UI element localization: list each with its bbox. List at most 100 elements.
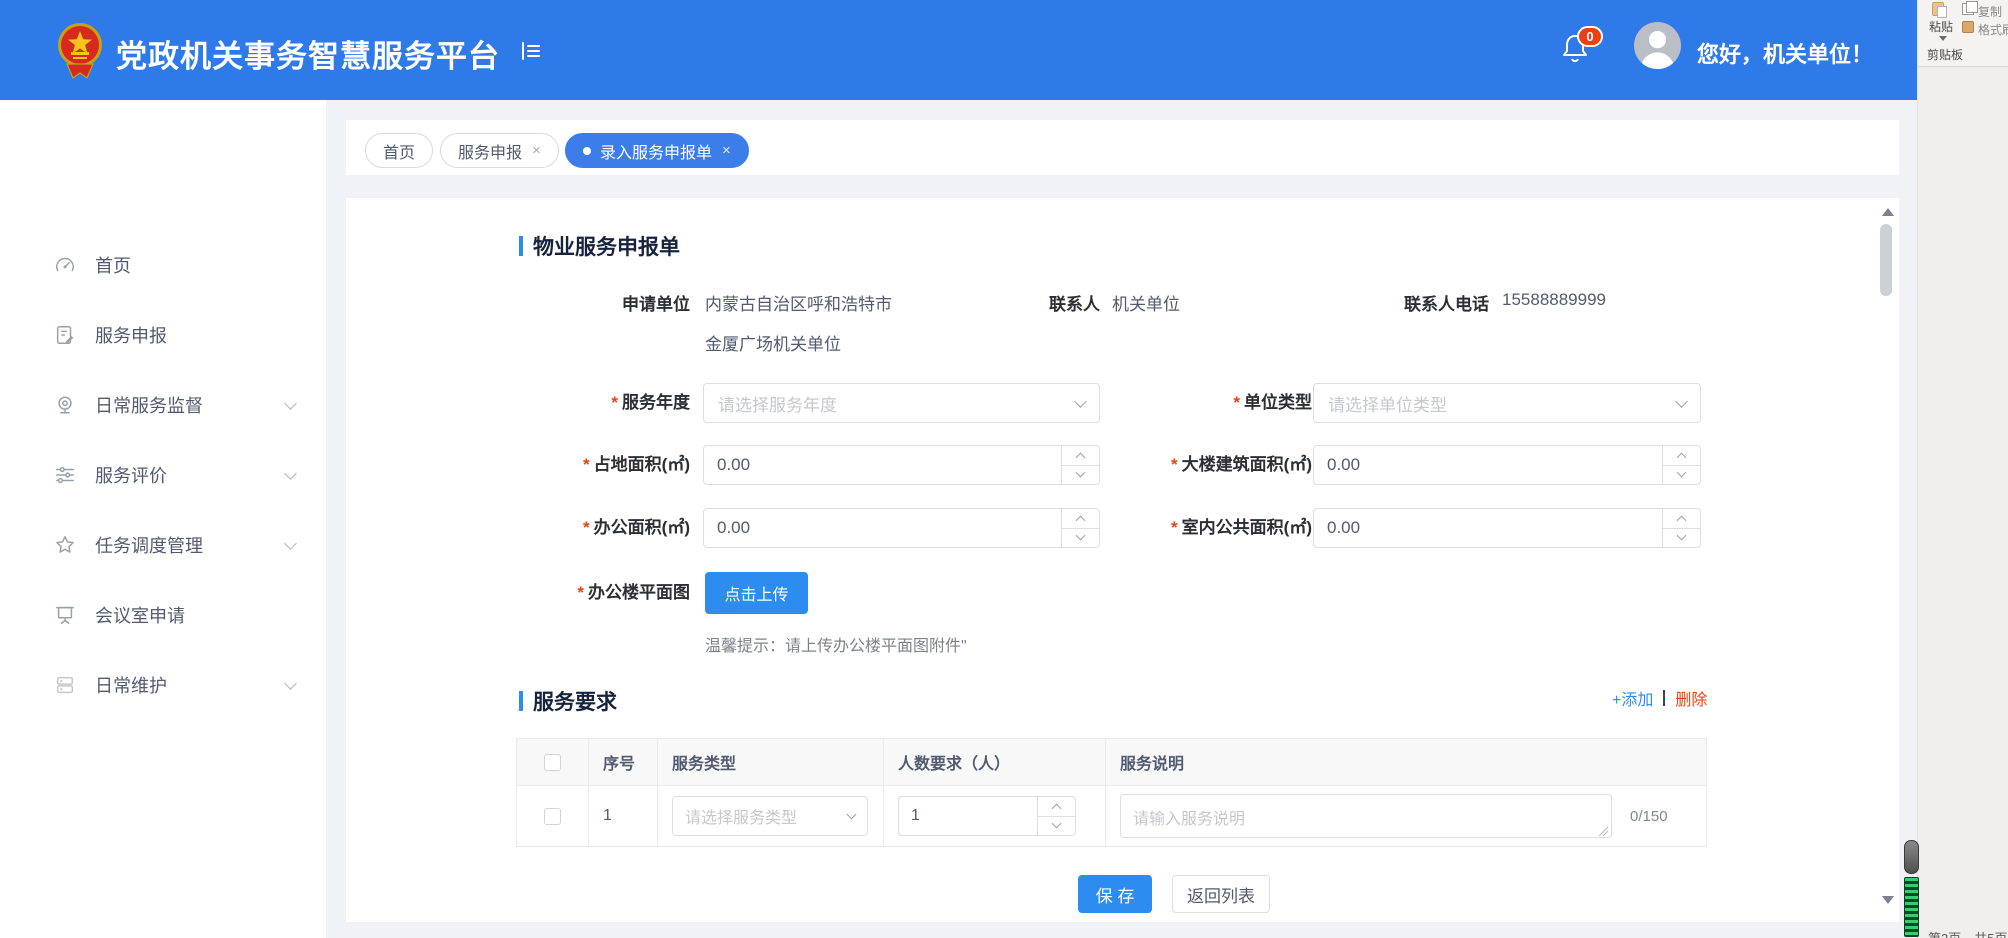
required-mark: * xyxy=(577,583,584,602)
paste-button[interactable]: 粘贴 xyxy=(1929,18,1953,35)
add-row-link[interactable]: +添加 xyxy=(1612,686,1653,710)
app-header: 党政机关事务智慧服务平台 0 您好，机关单位！ xyxy=(0,0,1917,100)
contact-phone-value: 15588889999 xyxy=(1502,290,1606,310)
header-service-desc: 服务说明 xyxy=(1105,739,1706,785)
building-area-input[interactable] xyxy=(1314,446,1700,484)
service-type-select[interactable]: 请选择服务类型 xyxy=(672,796,868,836)
sliders-icon xyxy=(54,464,76,486)
requirements-title: 服务要求 xyxy=(533,686,617,716)
char-counter: 0/150 xyxy=(1630,808,1668,825)
scrollbar-thumb[interactable] xyxy=(1880,224,1892,296)
scrollbar-up-arrow[interactable] xyxy=(1882,208,1894,216)
requirements-section-header: 服务要求 xyxy=(519,686,617,716)
service-year-select[interactable]: 请选择服务年度 xyxy=(703,383,1100,423)
sidebar-item-label: 日常服务监督 xyxy=(95,392,203,418)
people-count-field xyxy=(898,796,1076,836)
indoor-public-area-field xyxy=(1313,508,1701,548)
notification-bell-icon[interactable]: 0 xyxy=(1561,32,1597,72)
chevron-down-icon xyxy=(284,397,297,410)
contact-label: 联系人 xyxy=(940,290,1100,315)
sidebar-item-label: 服务申报 xyxy=(95,322,167,348)
spinner-down-button[interactable] xyxy=(1663,528,1700,548)
sidebar-item-label: 服务评价 xyxy=(95,462,167,488)
indoor-public-area-input[interactable] xyxy=(1314,509,1700,547)
clipboard-group: 粘贴 复制 格式刷 剪贴板 xyxy=(1918,0,2008,67)
section-accent-bar xyxy=(519,236,523,256)
select-all-checkbox[interactable] xyxy=(544,754,561,771)
format-painter-icon[interactable] xyxy=(1962,21,1974,33)
format-painter-button[interactable]: 格式刷 xyxy=(1978,21,2008,38)
row-service-type-cell: 请选择服务类型 xyxy=(657,786,883,846)
close-icon[interactable]: × xyxy=(532,142,541,159)
copy-icon[interactable] xyxy=(1962,3,1974,15)
office-area-field xyxy=(703,508,1100,548)
user-greeting: 您好，机关单位！ xyxy=(1697,37,1873,69)
sidebar-item-daily-supervision[interactable]: 日常服务监督 xyxy=(0,370,326,440)
building-area-label: *大楼建筑面积(㎡) xyxy=(1062,445,1312,485)
delete-row-link[interactable]: 删除 xyxy=(1675,686,1707,710)
land-area-input[interactable] xyxy=(704,446,1099,484)
header-people-count: 人数要求（人） xyxy=(883,739,1105,785)
tab-entry-form-active[interactable]: 录入服务申报单 × xyxy=(565,133,749,168)
avatar[interactable] xyxy=(1634,22,1681,69)
scrollbar-down-arrow[interactable] xyxy=(1882,896,1894,904)
copy-button[interactable]: 复制 xyxy=(1978,3,2002,20)
chevron-down-icon xyxy=(284,467,297,480)
contact-value: 机关单位 xyxy=(1112,290,1180,315)
spinner-up-button[interactable] xyxy=(1663,509,1700,528)
spinner-up-button[interactable] xyxy=(1038,797,1075,816)
spinner-up-button[interactable] xyxy=(1663,446,1700,465)
sidebar-collapse-icon[interactable] xyxy=(519,39,543,63)
national-emblem-logo xyxy=(56,20,104,80)
sidebar-item-service-evaluation[interactable]: 服务评价 xyxy=(0,440,326,510)
unit-type-label: *单位类型 xyxy=(1062,383,1312,423)
sidebar-item-meeting-room[interactable]: 会议室申请 xyxy=(0,580,326,650)
resize-handle[interactable] xyxy=(1598,824,1609,835)
sidebar-item-daily-maintenance[interactable]: 日常维护 xyxy=(0,650,326,720)
table-row: 1 请选择服务类型 xyxy=(517,786,1706,846)
app-title: 党政机关事务智慧服务平台 xyxy=(116,31,500,76)
applicant-value-line2: 金厦广场机关单位 xyxy=(705,330,841,355)
tab-label: 首页 xyxy=(383,139,415,163)
scrollbar-knob[interactable] xyxy=(1904,840,1919,874)
required-mark: * xyxy=(1233,393,1240,412)
chevron-down-icon xyxy=(1675,395,1688,408)
select-placeholder: 请选择服务年度 xyxy=(718,391,1076,416)
sidebar-item-home[interactable]: 首页 xyxy=(0,230,326,300)
notification-badge: 0 xyxy=(1577,26,1603,47)
paste-dropdown-caret[interactable] xyxy=(1939,36,1947,41)
chevron-down-icon xyxy=(847,809,857,819)
sidebar-item-task-scheduling[interactable]: 任务调度管理 xyxy=(0,510,326,580)
row-people-count-cell xyxy=(883,786,1105,846)
tab-home[interactable]: 首页 xyxy=(365,133,433,168)
upload-button[interactable]: 点击上传 xyxy=(705,572,808,614)
form-section-header: 物业服务申报单 xyxy=(519,231,680,261)
number-spinner xyxy=(1037,797,1075,835)
land-area-field xyxy=(703,445,1100,485)
required-mark: * xyxy=(1171,455,1178,474)
save-button[interactable]: 保 存 xyxy=(1078,875,1152,913)
unit-type-select[interactable]: 请选择单位类型 xyxy=(1313,383,1701,423)
indoor-public-area-label: *室内公共面积(㎡) xyxy=(1062,508,1312,548)
upload-hint: 温馨提示：请上传办公楼平面图附件" xyxy=(705,632,967,656)
external-scrollbar-green[interactable] xyxy=(1904,840,1919,938)
tab-bar: 首页 服务申报 × 录入服务申报单 × xyxy=(346,120,1899,175)
spinner-down-button[interactable] xyxy=(1038,816,1075,836)
office-area-input[interactable] xyxy=(704,509,1099,547)
close-icon[interactable]: × xyxy=(722,142,731,159)
green-stripes xyxy=(1904,877,1919,937)
webcam-icon xyxy=(54,394,76,416)
spinner-down-button[interactable] xyxy=(1663,465,1700,485)
row-checkbox-cell xyxy=(517,786,588,846)
required-mark: * xyxy=(611,393,618,412)
service-desc-textarea[interactable] xyxy=(1121,795,1611,837)
tab-service-declare[interactable]: 服务申报 × xyxy=(440,133,559,168)
sidebar-item-service-declare[interactable]: 服务申报 xyxy=(0,300,326,370)
chevron-down-icon xyxy=(284,677,297,690)
header-checkbox-cell xyxy=(517,739,588,785)
office-area-label: *办公面积(㎡) xyxy=(440,508,690,548)
back-to-list-button[interactable]: 返回列表 xyxy=(1172,875,1270,913)
row-checkbox[interactable] xyxy=(544,808,561,825)
building-area-field xyxy=(1313,445,1701,485)
chevron-down-icon xyxy=(284,537,297,550)
